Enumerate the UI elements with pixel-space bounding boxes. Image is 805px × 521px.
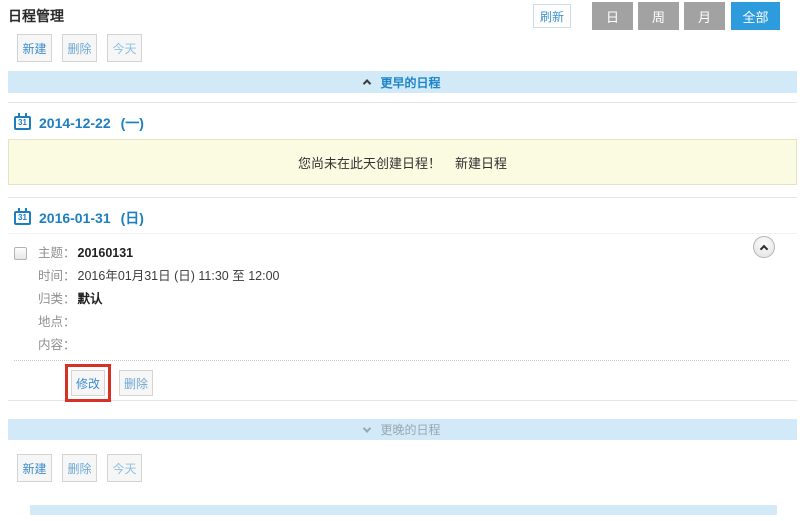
calendar-icon: 31: [14, 116, 31, 130]
view-all-button[interactable]: 全部: [731, 2, 780, 30]
field-value: 默认: [78, 292, 103, 306]
view-week-button[interactable]: 周: [638, 2, 679, 30]
field-label: 时间：: [38, 269, 76, 283]
date-header-2016-01-31: 31 2016-01-31 (日): [8, 197, 797, 228]
today-button[interactable]: 今天: [107, 454, 142, 482]
new-button[interactable]: 新建: [17, 454, 52, 482]
new-button[interactable]: 新建: [17, 34, 52, 62]
delete-button[interactable]: 删除: [62, 454, 97, 482]
later-schedules-label: 更晚的日程: [380, 421, 440, 438]
toolbar-bottom: 新建 删除 今天: [17, 454, 142, 482]
empty-notice-text: 您尚未在此天创建日程！: [298, 153, 441, 172]
event-fields: 主题：20160131 时间：2016年01月31日 (日) 11:30 至 1…: [38, 242, 279, 357]
view-day-button[interactable]: 日: [592, 2, 633, 30]
refresh-button[interactable]: 刷新: [533, 4, 571, 28]
empty-day-notice: 您尚未在此天创建日程！ 新建日程: [8, 139, 797, 185]
weekday-text: (一): [121, 113, 144, 133]
chevron-down-icon: [363, 424, 371, 432]
event-delete-button[interactable]: 删除: [119, 370, 153, 396]
collapse-event-button[interactable]: [753, 236, 775, 258]
modify-button[interactable]: 修改: [71, 370, 105, 396]
field-row-location: 地点：: [38, 311, 279, 334]
field-label: 主题：: [38, 246, 76, 260]
field-row-subject: 主题：20160131: [38, 242, 279, 265]
view-month-button[interactable]: 月: [684, 2, 725, 30]
field-row-category: 归类：默认: [38, 288, 279, 311]
schedule-manager: 日程管理 刷新 日 周 月 全部 新建 删除 今天 更早的日程 31 2014-…: [0, 0, 805, 521]
field-value: 2016年01月31日 (日) 11:30 至 12:00: [78, 269, 280, 283]
event-checkbox[interactable]: [14, 247, 27, 260]
field-value: 20160131: [78, 246, 134, 260]
date-text[interactable]: 2014-12-22: [39, 115, 111, 131]
chevron-up-icon: [363, 79, 371, 87]
create-schedule-link[interactable]: 新建日程: [455, 153, 507, 172]
event-actions: 修改 删除: [65, 364, 153, 402]
date-text[interactable]: 2016-01-31: [39, 210, 111, 226]
modify-highlight-box: 修改: [65, 364, 111, 402]
dotted-divider: [14, 360, 789, 361]
calendar-icon: 31: [14, 211, 31, 225]
event-card: 主题：20160131 时间：2016年01月31日 (日) 11:30 至 1…: [8, 233, 797, 401]
field-label: 内容：: [38, 338, 76, 352]
chevron-up-icon: [760, 244, 768, 252]
field-row-content: 内容：: [38, 334, 279, 357]
field-row-time: 时间：2016年01月31日 (日) 11:30 至 12:00: [38, 265, 279, 288]
field-label: 地点：: [38, 315, 76, 329]
earlier-schedules-bar[interactable]: 更早的日程: [8, 71, 797, 93]
earlier-schedules-label: 更早的日程: [380, 74, 440, 91]
view-controls: 刷新 日 周 月 全部: [533, 2, 780, 30]
later-schedules-bar[interactable]: 更晚的日程: [8, 419, 797, 440]
footer-bar: [30, 505, 777, 515]
date-header-2014-12-22: 31 2014-12-22 (一): [8, 102, 797, 133]
page-title: 日程管理: [8, 6, 64, 26]
delete-button[interactable]: 删除: [62, 34, 97, 62]
field-label: 归类：: [38, 292, 76, 306]
weekday-text: (日): [121, 208, 144, 228]
toolbar-top: 新建 删除 今天: [17, 34, 142, 62]
today-button[interactable]: 今天: [107, 34, 142, 62]
